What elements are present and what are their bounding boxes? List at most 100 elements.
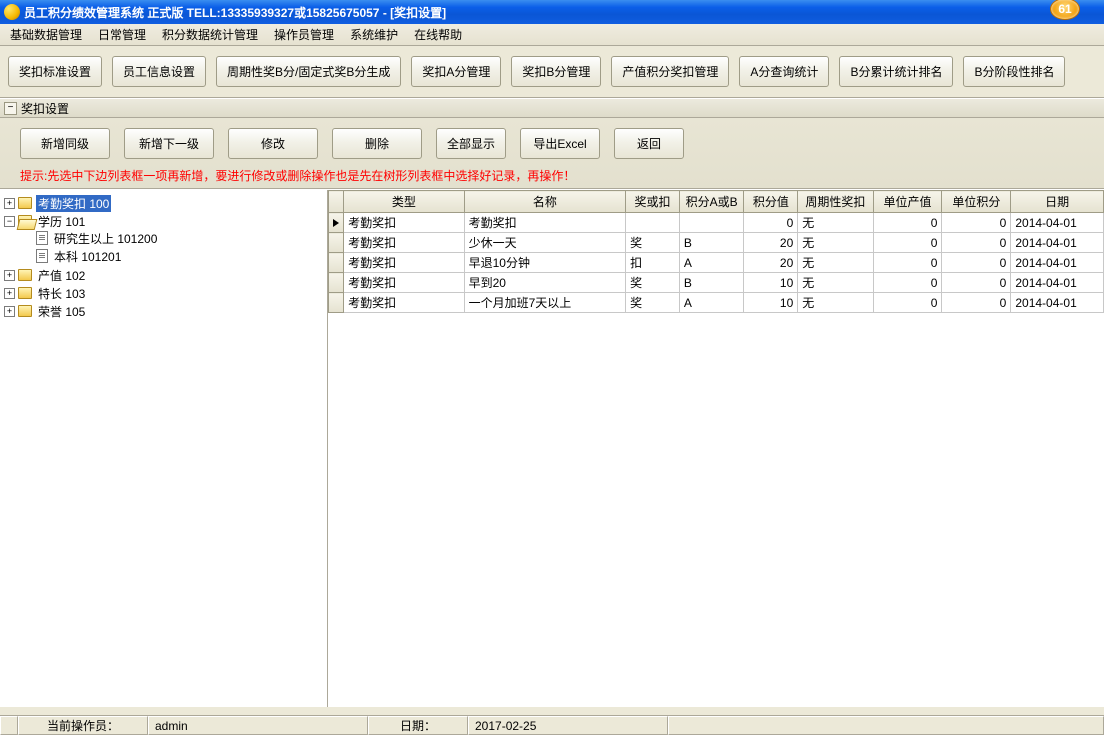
- tree-label: 学历 101: [36, 213, 87, 230]
- hint-text: 提示:先选中下边列表框一项再新增，要进行修改或删除操作也是先在树形列表框中选择好…: [20, 167, 1094, 184]
- collapse-icon[interactable]: −: [4, 102, 17, 115]
- tree-label: 本科 101201: [52, 248, 123, 265]
- cell-points: 20: [744, 253, 798, 273]
- cell-date: 2014-04-01: [1011, 233, 1104, 253]
- menu-system[interactable]: 系统维护: [346, 24, 402, 45]
- btn-value-manage[interactable]: 产值积分奖扣管理: [611, 56, 729, 87]
- btn-back[interactable]: 返回: [614, 128, 684, 159]
- status-date-label: 日期：: [368, 716, 468, 735]
- cell-name: 一个月加班7天以上: [464, 293, 625, 313]
- titlebar: 员工积分绩效管理系统 正式版 TELL:13335939327或15825675…: [0, 0, 1104, 24]
- cell-type: 考勤奖扣: [344, 253, 465, 273]
- tree-node-education[interactable]: − 学历 101: [2, 213, 325, 229]
- menu-operator[interactable]: 操作员管理: [270, 24, 338, 45]
- col-type[interactable]: 类型: [344, 191, 465, 213]
- cell-points: 10: [744, 293, 798, 313]
- tree-label: 特长 103: [36, 285, 87, 302]
- btn-a-query[interactable]: A分查询统计: [739, 56, 829, 87]
- cell-periodic: 无: [798, 233, 873, 253]
- cell-periodic: 无: [798, 213, 873, 233]
- menu-basic-data[interactable]: 基础数据管理: [6, 24, 86, 45]
- file-icon: [36, 231, 48, 245]
- folder-icon: [18, 287, 32, 299]
- cell-date: 2014-04-01: [1011, 293, 1104, 313]
- tree-label: 研究生以上 101200: [52, 230, 159, 247]
- collapse-node-icon[interactable]: −: [4, 216, 15, 227]
- grid-corner: [329, 191, 344, 213]
- tree-node-specialty[interactable]: + 特长 103: [2, 285, 325, 301]
- expand-icon[interactable]: +: [4, 198, 15, 209]
- col-date[interactable]: 日期: [1011, 191, 1104, 213]
- row-indicator: [329, 273, 344, 293]
- btn-b-manage[interactable]: 奖扣B分管理: [511, 56, 601, 87]
- cell-name: 少休一天: [464, 233, 625, 253]
- cell-ab: B: [679, 273, 744, 293]
- table-row[interactable]: 考勤奖扣一个月加班7天以上奖A10无002014-04-01: [329, 293, 1104, 313]
- tree-label: 荣誉 105: [36, 303, 87, 320]
- col-ab[interactable]: 积分A或B: [679, 191, 744, 213]
- expand-icon[interactable]: +: [4, 270, 15, 281]
- cell-name: 考勤奖扣: [464, 213, 625, 233]
- cell-unit-points: 0: [942, 273, 1011, 293]
- table-row[interactable]: 考勤奖扣早退10分钟扣A20无002014-04-01: [329, 253, 1104, 273]
- status-date-value: 2017-02-25: [468, 716, 668, 735]
- cell-ab: [679, 213, 744, 233]
- table-row[interactable]: 考勤奖扣考勤奖扣0无002014-04-01: [329, 213, 1104, 233]
- btn-modify[interactable]: 修改: [228, 128, 318, 159]
- cell-type: 考勤奖扣: [344, 213, 465, 233]
- btn-delete[interactable]: 删除: [332, 128, 422, 159]
- btn-show-all[interactable]: 全部显示: [436, 128, 506, 159]
- tree-label: 产值 102: [36, 267, 87, 284]
- btn-b-rank[interactable]: B分累计统计排名: [839, 56, 953, 87]
- col-periodic[interactable]: 周期性奖扣: [798, 191, 873, 213]
- menu-daily[interactable]: 日常管理: [94, 24, 150, 45]
- col-name[interactable]: 名称: [464, 191, 625, 213]
- data-grid[interactable]: 类型 名称 奖或扣 积分A或B 积分值 周期性奖扣 单位产值 单位积分 日期 考…: [328, 190, 1104, 313]
- cell-type: 考勤奖扣: [344, 273, 465, 293]
- cell-reward: 奖: [626, 233, 680, 253]
- col-unit-value[interactable]: 单位产值: [873, 191, 942, 213]
- btn-export[interactable]: 导出Excel: [520, 128, 600, 159]
- tree-node-value[interactable]: + 产值 102: [2, 267, 325, 283]
- col-points[interactable]: 积分值: [744, 191, 798, 213]
- section-header: − 奖扣设置: [0, 98, 1104, 118]
- btn-employee-info[interactable]: 员工信息设置: [112, 56, 206, 87]
- expand-icon[interactable]: +: [4, 306, 15, 317]
- menubar: 基础数据管理 日常管理 积分数据统计管理 操作员管理 系统维护 在线帮助: [0, 24, 1104, 46]
- col-reward[interactable]: 奖或扣: [626, 191, 680, 213]
- cell-unit-value: 0: [873, 273, 942, 293]
- btn-periodic-gen[interactable]: 周期性奖B分/固定式奖B分生成: [216, 56, 401, 87]
- notification-badge[interactable]: 61: [1050, 0, 1080, 20]
- folder-icon: [18, 305, 32, 317]
- cell-periodic: 无: [798, 253, 873, 273]
- cell-reward: 奖: [626, 293, 680, 313]
- cell-ab: A: [679, 253, 744, 273]
- cell-unit-points: 0: [942, 293, 1011, 313]
- menu-stats[interactable]: 积分数据统计管理: [158, 24, 262, 45]
- btn-a-manage[interactable]: 奖扣A分管理: [411, 56, 501, 87]
- tree-node-bachelor[interactable]: 本科 101201: [2, 248, 325, 264]
- cell-name: 早退10分钟: [464, 253, 625, 273]
- menu-help[interactable]: 在线帮助: [410, 24, 466, 45]
- table-row[interactable]: 考勤奖扣少休一天奖B20无002014-04-01: [329, 233, 1104, 253]
- table-row[interactable]: 考勤奖扣早到20奖B10无002014-04-01: [329, 273, 1104, 293]
- cell-unit-value: 0: [873, 233, 942, 253]
- expand-icon[interactable]: +: [4, 288, 15, 299]
- tree-node-attendance[interactable]: + 考勤奖扣 100: [2, 195, 325, 211]
- btn-add-child[interactable]: 新增下一级: [124, 128, 214, 159]
- col-unit-points[interactable]: 单位积分: [942, 191, 1011, 213]
- folder-open-icon: [18, 215, 32, 227]
- btn-b-stage-rank[interactable]: B分阶段性排名: [963, 56, 1065, 87]
- btn-add-sibling[interactable]: 新增同级: [20, 128, 110, 159]
- pointer-icon: [333, 219, 339, 227]
- folder-icon: [18, 197, 32, 209]
- btn-reward-standard[interactable]: 奖扣标准设置: [8, 56, 102, 87]
- tree-node-honor[interactable]: + 荣誉 105: [2, 303, 325, 319]
- tree-node-grad[interactable]: 研究生以上 101200: [2, 230, 325, 246]
- cell-points: 10: [744, 273, 798, 293]
- cell-reward: [626, 213, 680, 233]
- panel-body: 新增同级 新增下一级 修改 删除 全部显示 导出Excel 返回 提示:先选中下…: [0, 118, 1104, 189]
- grid-pane: 类型 名称 奖或扣 积分A或B 积分值 周期性奖扣 单位产值 单位积分 日期 考…: [328, 190, 1104, 707]
- cell-periodic: 无: [798, 273, 873, 293]
- status-operator-label: 当前操作员：: [18, 716, 148, 735]
